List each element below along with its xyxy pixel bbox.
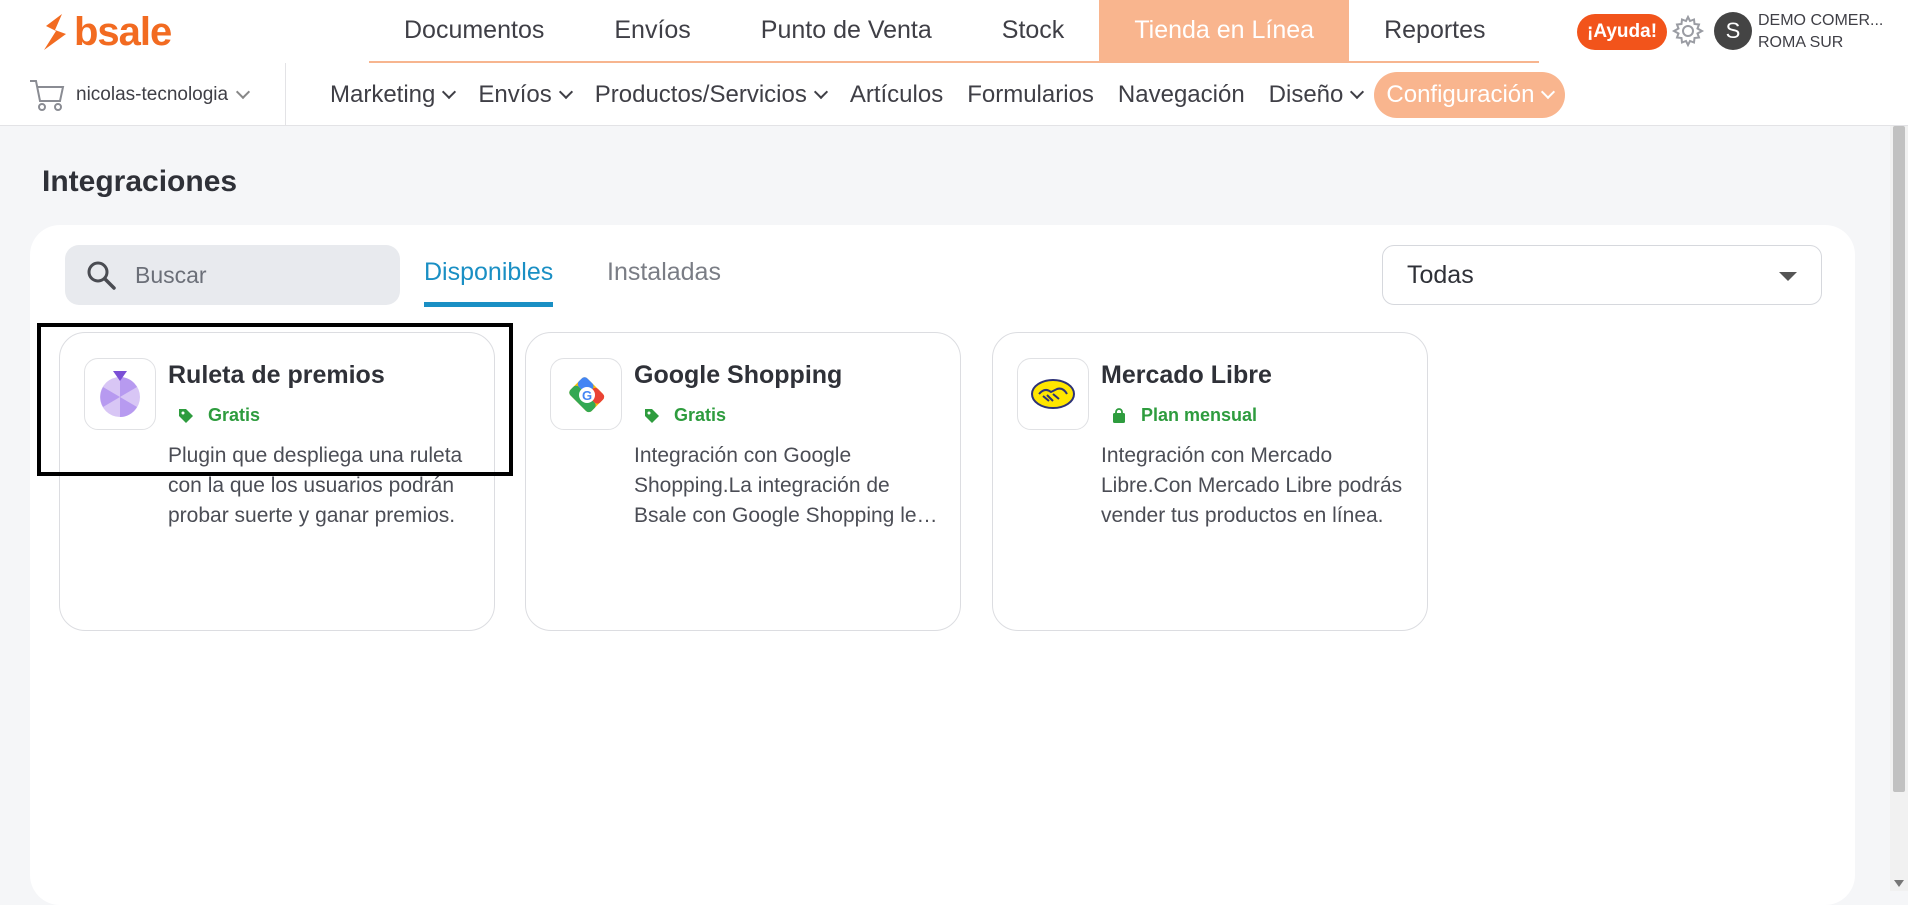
sub-nav-productos-servicios[interactable]: Productos/Servicios (583, 72, 838, 118)
card-description: Integración con Mercado Libre.Con Mercad… (1101, 444, 1403, 527)
card-price: Plan mensual (1111, 405, 1257, 426)
card-title: Google Shopping (634, 361, 843, 389)
sub-nav-label: Configuración (1386, 81, 1535, 108)
tag-icon (179, 408, 193, 423)
divider (285, 63, 286, 126)
sub-nav-formularios[interactable]: Formularios (955, 72, 1106, 118)
sub-nav-diseno[interactable]: Diseño (1257, 72, 1375, 118)
chevron-down-icon (1541, 84, 1556, 100)
main-nav-stock[interactable]: Stock (967, 0, 1100, 61)
tab-instaladas[interactable]: Instaladas (607, 258, 721, 302)
sub-nav-configuracion[interactable]: Configuración (1374, 72, 1566, 118)
sub-nav-label: Diseño (1268, 81, 1344, 108)
sub-nav-label: Productos/Servicios (594, 81, 807, 108)
sub-nav-label: Artículos (849, 81, 944, 108)
store-selector[interactable]: nicolas-tecnologia (28, 75, 251, 115)
sub-nav-label: Marketing (330, 81, 436, 108)
chevron-down-icon (442, 84, 457, 100)
chevron-down-icon (558, 84, 573, 100)
category-filter-select[interactable]: Todas (1382, 245, 1822, 305)
scrollbar-thumb[interactable] (1893, 126, 1905, 792)
search-icon (87, 261, 116, 290)
company-name: DEMO COMER... (1758, 12, 1884, 29)
sub-nav-articulos[interactable]: Artículos (838, 72, 955, 118)
bsale-logo-icon (44, 14, 66, 50)
tag-icon (645, 408, 659, 423)
sub-nav-label: Navegación (1117, 81, 1245, 108)
card-title: Mercado Libre (1101, 361, 1272, 389)
sub-nav-marketing[interactable]: Marketing (318, 72, 466, 118)
main-nav: Documentos Envíos Punto de Venta Stock T… (369, 0, 1539, 63)
brand-name: bsale (74, 10, 172, 54)
company-branch: ROMA SUR (1758, 34, 1844, 51)
search-box[interactable] (65, 245, 400, 305)
main-nav-envios[interactable]: Envíos (579, 0, 725, 61)
main-nav-punto-de-venta[interactable]: Punto de Venta (726, 0, 967, 61)
top-header: bsale Documentos Envíos Punto de Venta S… (0, 0, 1908, 63)
page-title: Integraciones (42, 165, 238, 198)
gear-icon[interactable] (1671, 14, 1705, 48)
sub-nav-label: Envíos (478, 81, 552, 108)
card-title: Ruleta de premios (168, 361, 385, 389)
tab-disponibles[interactable]: Disponibles (424, 258, 554, 307)
card-description: Plugin que despliega una ruleta con la q… (168, 444, 463, 527)
card-price-label: Plan mensual (1141, 405, 1258, 425)
bag-icon (1113, 407, 1125, 423)
sub-header: nicolas-tecnologia Marketing Envíos Prod… (0, 63, 1908, 126)
chevron-down-icon (813, 84, 828, 100)
sub-nav-navegacion[interactable]: Navegación (1106, 72, 1257, 118)
scroll-down-arrow-icon[interactable] (1894, 880, 1904, 887)
avatar[interactable]: S (1714, 12, 1752, 50)
sub-nav-label: Formularios (967, 81, 1094, 108)
cart-icon (30, 80, 65, 111)
sub-nav-envios[interactable]: Envíos (466, 72, 582, 118)
help-button[interactable]: ¡Ayuda! (1577, 14, 1668, 50)
card-description: Integración con Google Shopping.La integ… (634, 444, 917, 527)
card-price: Gratis (178, 405, 260, 426)
integration-card-ruleta[interactable]: Ruleta de premios Gratis Plugin que desp… (59, 332, 495, 631)
store-selector-label: nicolas-tecnologia (76, 84, 229, 105)
page-scrollbar[interactable] (1890, 126, 1908, 891)
main-nav-tienda-en-linea[interactable]: Tienda en Línea (1099, 0, 1350, 61)
chevron-down-icon (236, 84, 251, 100)
google-shopping-icon: G (550, 358, 622, 430)
filter-value: Todas (1407, 260, 1474, 289)
integration-card-mercado-libre[interactable]: Mercado Libre Plan mensual Integración c… (992, 332, 1428, 631)
bsale-logo[interactable]: bsale (40, 10, 172, 54)
company-info[interactable]: DEMO COMER... ROMA SUR (1758, 10, 1883, 54)
chevron-down-icon (1350, 84, 1365, 100)
integration-card-google-shopping[interactable]: G Google Shopping Gratis Integración con… (525, 332, 961, 631)
main-nav-reportes[interactable]: Reportes (1349, 0, 1520, 61)
sub-nav: Marketing Envíos Productos/Servicios Art… (318, 72, 1566, 118)
mercado-libre-icon (1017, 358, 1089, 430)
card-price-label: Gratis (674, 405, 727, 425)
roulette-icon (84, 358, 156, 430)
main-nav-documentos[interactable]: Documentos (369, 0, 579, 61)
search-input[interactable] (133, 260, 387, 290)
dropdown-arrow-icon (1779, 272, 1797, 281)
svg-text:G: G (582, 388, 592, 403)
card-price: Gratis (644, 405, 726, 426)
card-price-label: Gratis (208, 405, 261, 425)
